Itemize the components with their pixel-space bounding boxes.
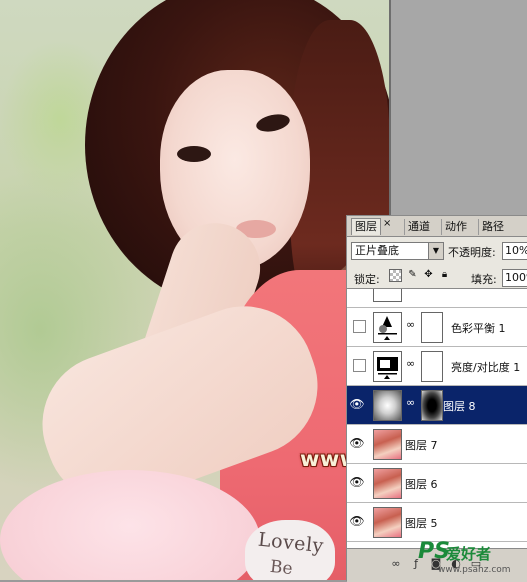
eye-icon[interactable]: 👁︎ <box>349 435 365 451</box>
logo-url: www.psahz.com <box>438 565 511 575</box>
blend-mode-select[interactable]: 正片叠底 ▼ <box>351 242 444 260</box>
tab-actions[interactable]: 动作 <box>441 219 470 235</box>
layer-name: 图层 7 <box>405 439 438 452</box>
move-icon[interactable]: ✥ <box>423 269 434 280</box>
layer-mask[interactable] <box>421 312 443 343</box>
lock-icon[interactable]: 🔒︎ <box>439 269 450 280</box>
layer-mask[interactable] <box>421 351 443 382</box>
opacity-label: 不透明度: <box>448 246 496 259</box>
chevron-down-icon[interactable]: ▼ <box>428 243 443 259</box>
eye-icon[interactable]: 👁︎ <box>349 396 365 412</box>
tab-label: 图层 <box>355 220 377 233</box>
layer-thumbnail <box>373 468 402 499</box>
balance-icon <box>373 312 402 343</box>
layer-name: 色彩平衡 1 <box>451 322 506 335</box>
eye-icon[interactable]: 👁︎ <box>349 474 365 490</box>
layer-row-layer-7[interactable]: 👁︎ 图层 7 <box>347 425 527 464</box>
tab-channels[interactable]: 通道 <box>404 219 433 235</box>
layer-row-layer-8[interactable]: 👁︎ ∞ 图层 8 <box>347 386 527 425</box>
layer-name: 图层 8 <box>443 400 476 413</box>
close-icon[interactable]: × <box>383 218 391 229</box>
adjustment-thumbnail <box>373 289 402 302</box>
brush-icon[interactable]: ✎ <box>407 269 418 280</box>
lock-label: 锁定: <box>354 273 380 286</box>
layer-list: ∞ 色彩平衡 1 ∞ 亮度/对比度 1 👁︎ ∞ 图层 8 👁︎ 图层 7 👁︎… <box>347 288 527 549</box>
tab-layers[interactable]: 图层 <box>351 218 381 235</box>
layer-row-color-balance[interactable]: ∞ 色彩平衡 1 <box>347 308 527 347</box>
lock-transparent-icon[interactable] <box>389 269 402 282</box>
fill-input[interactable]: 100% <box>502 269 527 287</box>
fill-label: 填充: <box>471 273 497 286</box>
layer-row-brightness-contrast[interactable]: ∞ 亮度/对比度 1 <box>347 347 527 386</box>
layer-row-layer-5[interactable]: 👁︎ 图层 5 <box>347 503 527 542</box>
layer-name: 图层 6 <box>405 478 438 491</box>
workspace-background <box>390 0 527 215</box>
layer-row[interactable] <box>347 289 527 308</box>
link-icon[interactable]: ∞ <box>406 318 415 331</box>
link-icon[interactable]: ∞ <box>406 396 415 409</box>
canvas-edge <box>389 0 391 215</box>
eye-icon[interactable]: 👁︎ <box>349 513 365 529</box>
layer-row-layer-6[interactable]: 👁︎ 图层 6 <box>347 464 527 503</box>
tab-paths[interactable]: 路径 <box>478 219 507 235</box>
layers-panel: 图层 × 通道 动作 路径 正片叠底 ▼ 不透明度: 10% 锁定: ✎ ✥ 🔒… <box>346 215 527 582</box>
layer-thumbnail <box>373 507 402 538</box>
visibility-toggle[interactable] <box>353 320 366 333</box>
layer-thumbnail <box>373 429 402 460</box>
layer-name: 亮度/对比度 1 <box>451 361 521 374</box>
shirt-text-2: Be <box>269 556 294 580</box>
brightness-icon <box>373 351 402 382</box>
visibility-toggle[interactable] <box>353 359 366 372</box>
layer-mask[interactable] <box>421 390 443 421</box>
link-layers-icon[interactable]: ∞ <box>389 557 403 571</box>
link-icon[interactable]: ∞ <box>406 357 415 370</box>
photo-canvas: Lovely Be www.68ps.com <box>0 0 390 580</box>
layer-thumbnail <box>373 390 402 421</box>
left-eye <box>177 146 211 162</box>
panel-tabs: 图层 × 通道 动作 路径 <box>347 216 527 237</box>
layer-name: 图层 5 <box>405 517 438 530</box>
opacity-input[interactable]: 10% <box>502 242 527 260</box>
logo-cn: 爱好者 <box>446 545 492 563</box>
blend-mode-value: 正片叠底 <box>355 244 399 257</box>
